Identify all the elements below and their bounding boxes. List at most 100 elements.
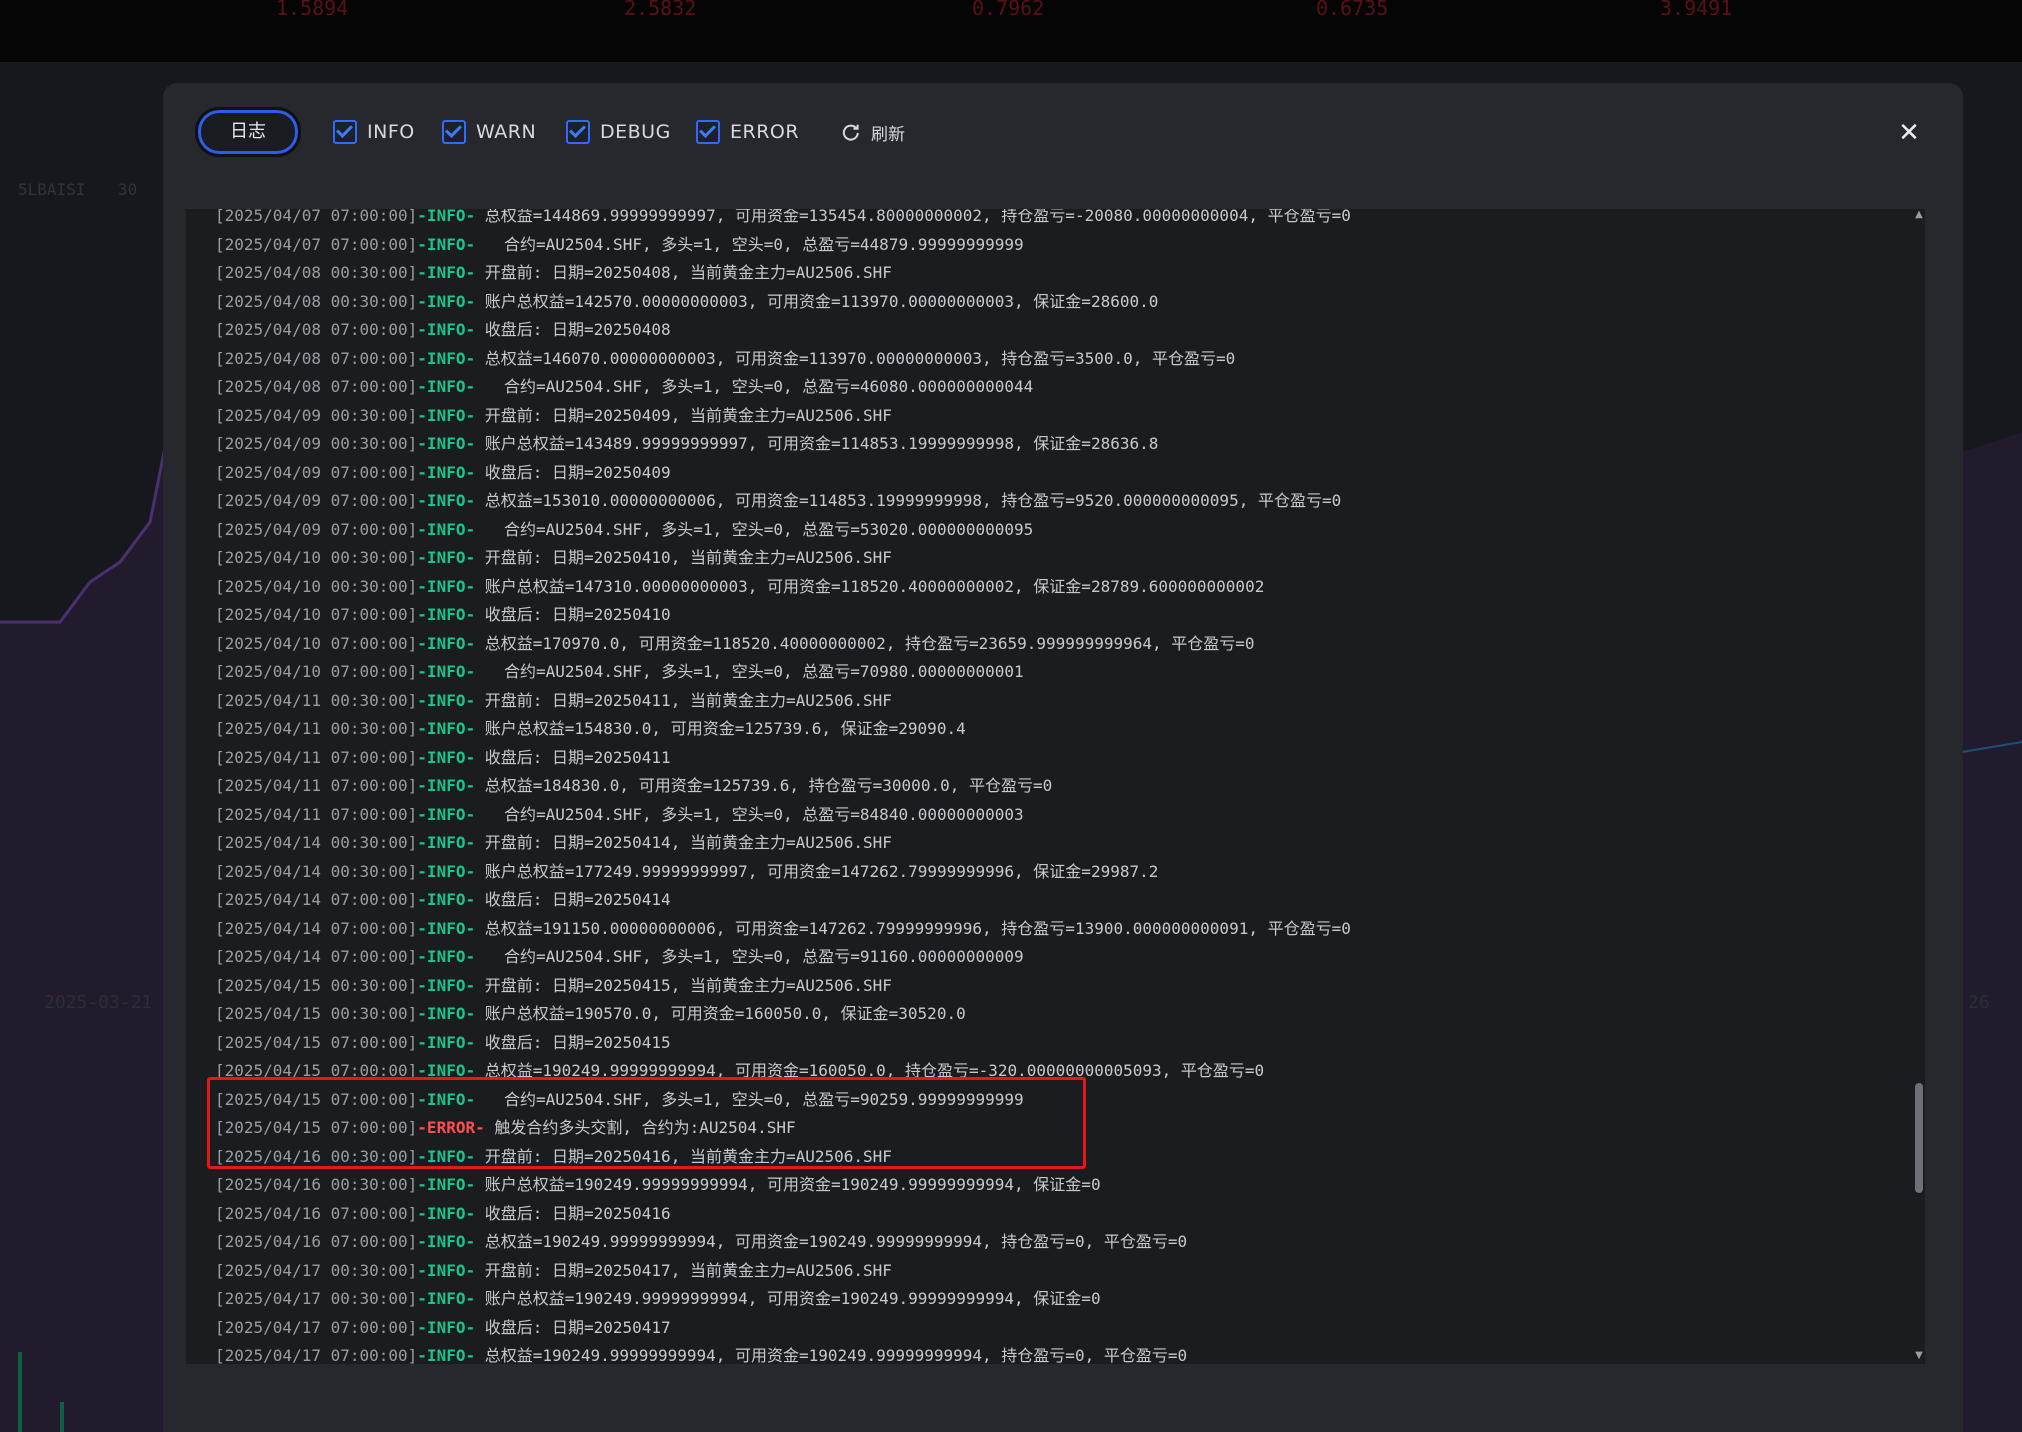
log-line: [2025/04/14 07:00:00]-INFO- 总权益=191150.0… <box>215 915 1895 944</box>
log-line: [2025/04/08 07:00:00]-INFO- 收盘后: 日期=2025… <box>215 316 1895 345</box>
log-line: [2025/04/10 07:00:00]-INFO- 合约=AU2504.SH… <box>215 658 1895 687</box>
scroll-down-arrow-icon[interactable]: ▼ <box>1913 1350 1925 1362</box>
log-level: -INFO- <box>417 234 476 254</box>
log-message: 收盘后: 日期=20250414 <box>475 890 671 909</box>
log-timestamp: [2025/04/11 07:00:00] <box>215 804 418 824</box>
log-level: -INFO- <box>417 576 476 596</box>
log-message: 开盘前: 日期=20250409, 当前黄金主力=AU2506.SHF <box>475 405 892 425</box>
filter-debug-label: DEBUG <box>600 121 671 143</box>
log-level: -INFO- <box>417 747 476 767</box>
log-level: -INFO- <box>417 1260 476 1280</box>
close-icon[interactable]: ✕ <box>1891 115 1927 151</box>
log-message: 账户总权益=147310.00000000003, 可用资金=118520.40… <box>475 576 1265 596</box>
log-line: [2025/04/15 00:30:00]-INFO- 账户总权益=190570… <box>215 1000 1895 1029</box>
log-message: 合约=AU2504.SHF, 多头=1, 空头=0, 总盈亏=70980.000… <box>475 662 1024 681</box>
log-line: [2025/04/16 00:30:00]-INFO- 账户总权益=190249… <box>215 1171 1895 1200</box>
scrollbar-thumb[interactable] <box>1915 1083 1923 1193</box>
log-timestamp: [2025/04/07 07:00:00] <box>215 234 418 254</box>
log-message: 开盘前: 日期=20250417, 当前黄金主力=AU2506.SHF <box>475 1260 892 1280</box>
log-level: -INFO- <box>417 1289 476 1308</box>
log-message: 收盘后: 日期=20250410 <box>475 605 671 624</box>
log-timestamp: [2025/04/08 00:30:00] <box>215 263 418 282</box>
debug-checkbox[interactable] <box>566 120 590 144</box>
log-message: 收盘后: 日期=20250409 <box>475 462 671 482</box>
log-level: -INFO- <box>417 947 476 966</box>
log-timestamp: [2025/04/10 07:00:00] <box>215 605 418 624</box>
log-message: 总权益=144869.99999999997, 可用资金=135454.8000… <box>475 209 1351 225</box>
log-level: -INFO- <box>417 1004 476 1023</box>
log-line: [2025/04/10 00:30:00]-INFO- 开盘前: 日期=2025… <box>215 544 1895 573</box>
log-timestamp: [2025/04/14 07:00:00] <box>215 918 418 938</box>
log-level: -INFO- <box>417 348 476 368</box>
log-level: -INFO- <box>417 719 476 738</box>
background-axis-label: 26 <box>1968 992 1990 1013</box>
refresh-button[interactable]: 刷新 <box>841 117 905 147</box>
log-level: -INFO- <box>417 1317 476 1337</box>
log-level: -INFO- <box>417 405 476 425</box>
log-message: 总权益=190249.99999999994, 可用资金=190249.9999… <box>475 1346 1188 1364</box>
log-line: [2025/04/11 07:00:00]-INFO- 收盘后: 日期=2025… <box>215 744 1895 773</box>
log-line: [2025/04/14 00:30:00]-INFO- 开盘前: 日期=2025… <box>215 829 1895 858</box>
log-message: 总权益=184830.0, 可用资金=125739.6, 持仓盈亏=30000.… <box>475 776 1053 795</box>
log-message: 账户总权益=177249.99999999997, 可用资金=147262.79… <box>475 861 1159 881</box>
log-line: [2025/04/09 07:00:00]-INFO- 合约=AU2504.SH… <box>215 516 1895 545</box>
log-level: -INFO- <box>417 1203 476 1223</box>
scroll-up-arrow-icon[interactable]: ▲ <box>1913 209 1925 221</box>
log-timestamp: [2025/04/17 00:30:00] <box>215 1289 418 1308</box>
log-timestamp: [2025/04/08 07:00:00] <box>215 377 418 396</box>
log-line: [2025/04/17 00:30:00]-INFO- 账户总权益=190249… <box>215 1285 1895 1314</box>
warn-checkbox[interactable] <box>442 120 466 144</box>
log-panel[interactable]: [2025/04/07 07:00:00]-INFO- 总权益=144869.9… <box>186 209 1925 1364</box>
log-message: 合约=AU2504.SHF, 多头=1, 空头=0, 总盈亏=91160.000… <box>475 947 1024 966</box>
log-line: [2025/04/17 07:00:00]-INFO- 收盘后: 日期=2025… <box>215 1314 1895 1343</box>
log-timestamp: [2025/04/09 07:00:00] <box>215 491 418 510</box>
filter-error[interactable]: ERROR <box>696 117 799 147</box>
background-topbar: 1.5894 2.5832 0.7962 0.6735 3.9491 <box>0 0 2022 62</box>
log-level: -INFO- <box>417 662 476 681</box>
log-line: [2025/04/15 00:30:00]-INFO- 开盘前: 日期=2025… <box>215 972 1895 1001</box>
refresh-label: 刷新 <box>871 124 905 145</box>
log-message: 收盘后: 日期=20250411 <box>475 747 671 767</box>
log-timestamp: [2025/04/09 07:00:00] <box>215 519 418 539</box>
log-message: 开盘前: 日期=20250408, 当前黄金主力=AU2506.SHF <box>475 263 892 282</box>
log-line: [2025/04/17 00:30:00]-INFO- 开盘前: 日期=2025… <box>215 1257 1895 1286</box>
background-value: 0.7962 <box>972 0 1045 20</box>
log-line: [2025/04/11 00:30:00]-INFO- 账户总权益=154830… <box>215 715 1895 744</box>
log-level: -INFO- <box>417 291 476 311</box>
log-timestamp: [2025/04/09 07:00:00] <box>215 462 418 482</box>
log-timestamp: [2025/04/17 07:00:00] <box>215 1346 418 1364</box>
background-value: 2.5832 <box>624 0 697 20</box>
filter-warn[interactable]: WARN <box>442 117 536 147</box>
log-timestamp: [2025/04/14 00:30:00] <box>215 861 418 881</box>
background-value: 3.9491 <box>1660 0 1733 20</box>
log-message: 总权益=190249.99999999994, 可用资金=190249.9999… <box>475 1232 1188 1251</box>
error-checkbox[interactable] <box>696 120 720 144</box>
log-dialog: 日志 INFO WARN DEBUG ERROR 刷新 ✕ [2025/04/0… <box>163 83 1963 1432</box>
log-line: [2025/04/09 07:00:00]-INFO- 总权益=153010.0… <box>215 487 1895 516</box>
log-line: [2025/04/09 00:30:00]-INFO- 开盘前: 日期=2025… <box>215 402 1895 431</box>
log-line: [2025/04/11 00:30:00]-INFO- 开盘前: 日期=2025… <box>215 687 1895 716</box>
log-tab-label: 日志 <box>230 121 266 142</box>
log-message: 收盘后: 日期=20250416 <box>475 1203 671 1223</box>
info-checkbox[interactable] <box>333 120 357 144</box>
log-timestamp: [2025/04/08 07:00:00] <box>215 348 418 368</box>
log-message: 合约=AU2504.SHF, 多头=1, 空头=0, 总盈亏=53020.000… <box>475 519 1034 539</box>
log-message: 合约=AU2504.SHF, 多头=1, 空头=0, 总盈亏=46080.000… <box>475 377 1034 396</box>
filter-info[interactable]: INFO <box>333 117 415 147</box>
log-level: -INFO- <box>417 548 476 567</box>
log-timestamp: [2025/04/11 00:30:00] <box>215 719 418 738</box>
log-level: -INFO- <box>417 633 476 653</box>
log-message: 合约=AU2504.SHF, 多头=1, 空头=0, 总盈亏=44879.999… <box>475 234 1024 254</box>
log-level: -INFO- <box>417 861 476 881</box>
log-timestamp: [2025/04/16 07:00:00] <box>215 1203 418 1223</box>
log-line: [2025/04/15 07:00:00]-INFO- 收盘后: 日期=2025… <box>215 1029 1895 1058</box>
filter-debug[interactable]: DEBUG <box>566 117 671 147</box>
log-timestamp: [2025/04/11 07:00:00] <box>215 776 418 795</box>
log-tab[interactable]: 日志 <box>195 107 301 157</box>
log-line: [2025/04/11 07:00:00]-INFO- 合约=AU2504.SH… <box>215 801 1895 830</box>
log-level: -INFO- <box>417 320 476 339</box>
log-level: -INFO- <box>417 975 476 995</box>
log-level: -INFO- <box>417 1175 476 1194</box>
filter-info-label: INFO <box>367 121 415 143</box>
background-chip: 30 <box>118 180 138 199</box>
